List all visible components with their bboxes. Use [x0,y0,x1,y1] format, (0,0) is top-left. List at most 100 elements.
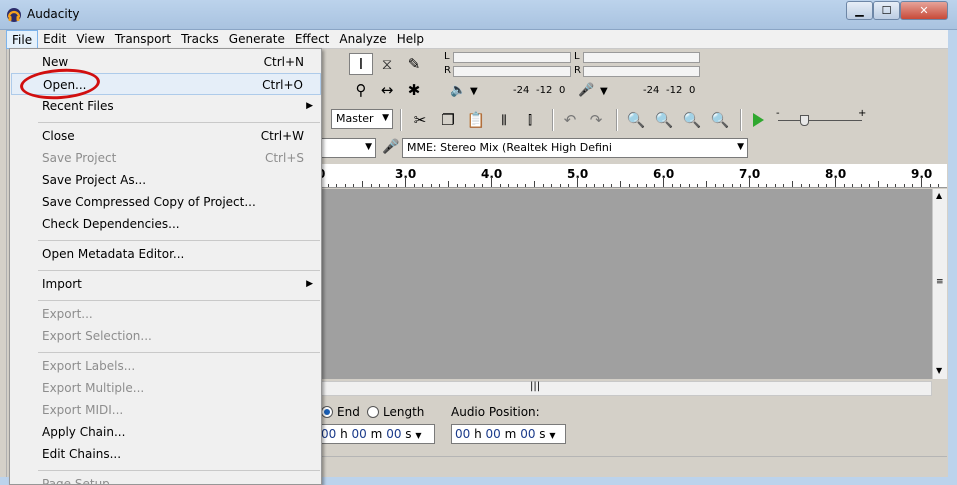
menu-item-export-selection[interactable]: Export Selection... [11,325,321,347]
toolbar-separator [552,109,554,131]
audacity-logo-icon [7,8,21,22]
menu-item-export-labels[interactable]: Export Labels... [11,355,321,377]
menu-tracks[interactable]: Tracks [176,30,224,49]
ruler-tick [362,181,363,187]
horizontal-scrollbar[interactable]: ||| [315,381,932,396]
menu-item-import[interactable]: Import ▶ [11,273,321,295]
recording-meter-dropdown-icon[interactable]: ▼ [600,86,608,97]
multi-tool-button[interactable]: ✱ [402,79,426,101]
selection-toolbar: End Length Audio Position: 00 h 00 m 00 … [315,398,947,454]
menu-generate[interactable]: Generate [224,30,290,49]
track-panel[interactable] [315,189,932,379]
trim-button[interactable]: ⫼ [492,109,516,131]
draw-tool-button[interactable]: ✎ [402,53,426,75]
redo-button[interactable]: ↷ [584,109,608,131]
ruler-tick [379,184,381,187]
zoom-in-button[interactable]: 🔍 [624,109,648,131]
paste-button[interactable]: 📋 [464,109,488,131]
ruler-tick [912,184,914,187]
end-radio[interactable]: End [321,405,360,419]
menu-file[interactable]: File [6,29,39,49]
menu-effect[interactable]: Effect [290,30,335,49]
minimize-button[interactable]: ▁ [846,1,873,20]
menu-item-edit-chains[interactable]: Edit Chains... [11,443,321,465]
microphone-icon[interactable]: 🎤 [578,83,594,98]
play-icon [753,113,764,127]
menu-item-check-dependencies[interactable]: Check Dependencies... [11,213,321,235]
recording-meter-right[interactable] [583,66,700,77]
menu-item-open-metadata-editor[interactable]: Open Metadata Editor... [11,243,321,265]
silence-button[interactable]: ⫿ [518,109,542,131]
redo-icon: ↷ [589,111,603,129]
playback-meter-right[interactable] [453,66,571,77]
menu-edit[interactable]: Edit [38,30,71,49]
recording-meter-left[interactable] [583,52,700,63]
cut-button[interactable]: ✂ [408,109,432,131]
end-label: End [337,405,360,419]
menu-transport[interactable]: Transport [110,30,176,49]
window-frame-right [948,30,957,485]
minutes-unit: m [370,427,383,441]
menu-analyze[interactable]: Analyze [334,30,391,49]
microphone-icon: 🎤 [382,139,400,155]
menu-view[interactable]: View [71,30,109,49]
maximize-button[interactable]: ☐ [873,1,900,20]
time-shift-tool-button[interactable]: ↔ [375,79,399,101]
zoom-out-button[interactable]: 🔍 [652,109,676,131]
playback-meter-left[interactable] [453,52,571,63]
playback-meter-dropdown-icon[interactable]: ▼ [470,86,478,97]
menu-item-close[interactable]: Close Ctrl+W [11,125,321,147]
close-icon: ✕ [919,4,929,17]
input-device-selector[interactable]: MME: Stereo Mix (Realtek High Defini ▼ [402,138,748,158]
menu-item-apply-chain[interactable]: Apply Chain... [11,421,321,443]
scroll-up-icon[interactable]: ▲ [936,191,942,200]
master-selector[interactable]: Master ▼ [331,109,393,129]
seconds-value: 00 [520,427,536,441]
zoom-tool-button[interactable]: ⚲ [349,79,373,101]
menu-item-page-setup[interactable]: Page Setup... [11,473,321,484]
menu-item-export-multiple[interactable]: Export Multiple... [11,377,321,399]
ruler-tick [620,181,621,187]
menu-item-shortcut: Ctrl+N [263,55,304,69]
ruler-tick [800,184,802,187]
menu-item-save-project[interactable]: Save Project Ctrl+S [11,147,321,169]
envelope-tool-button[interactable]: ⧖ [375,53,399,75]
fit-selection-button[interactable]: 🔍 [680,109,704,131]
slider-thumb[interactable] [800,115,809,126]
chevron-down-icon: ▼ [737,142,744,152]
ruler-tick [860,184,862,187]
submenu-arrow-icon: ▶ [306,279,313,289]
scroll-down-icon[interactable]: ▼ [936,366,942,375]
speaker-icon[interactable]: 🔈 [450,83,466,98]
undo-icon: ↶ [563,111,577,129]
timeline-ruler[interactable]: 0 3.0 4.0 5.0 6.0 7.0 8.0 9.0 [315,164,947,188]
length-radio[interactable]: Length [367,405,424,419]
magnifier-icon: ⚲ [355,81,367,99]
undo-button[interactable]: ↶ [558,109,582,131]
menu-item-export[interactable]: Export... [11,303,321,325]
chevron-down-icon: ▼ [549,431,556,440]
vertical-scrollbar[interactable]: ▲ ≡ ▼ [932,189,947,379]
selection-end-time[interactable]: 00 h 00 m 00 s ▼ [317,424,435,444]
audio-position-time[interactable]: 00 h 00 m 00 s ▼ [451,424,566,444]
menu-item-label: Save Project As... [42,173,147,187]
speed-slider[interactable]: - + [774,108,866,128]
menu-item-label: Export... [42,307,93,321]
chevron-down-icon: ▼ [365,142,372,152]
selection-tool-button[interactable]: I [349,53,373,75]
ruler-tick [387,184,389,187]
ruler-tick [740,184,742,187]
close-button[interactable]: ✕ [900,1,948,20]
fit-project-button[interactable]: 🔍 [708,109,732,131]
copy-button[interactable]: ❐ [436,109,460,131]
chevron-down-icon: ▼ [415,431,422,440]
submenu-arrow-icon: ▶ [306,101,313,111]
play-at-speed-button[interactable] [746,109,770,131]
scroll-grip-icon: ≡ [936,277,944,287]
menu-item-save-project-as[interactable]: Save Project As... [11,169,321,191]
zoom-in-icon: 🔍 [626,111,646,129]
menu-help[interactable]: Help [392,30,429,49]
menu-item-export-midi[interactable]: Export MIDI... [11,399,321,421]
ruler-tick [439,184,441,187]
menu-item-save-compressed-copy[interactable]: Save Compressed Copy of Project... [11,191,321,213]
